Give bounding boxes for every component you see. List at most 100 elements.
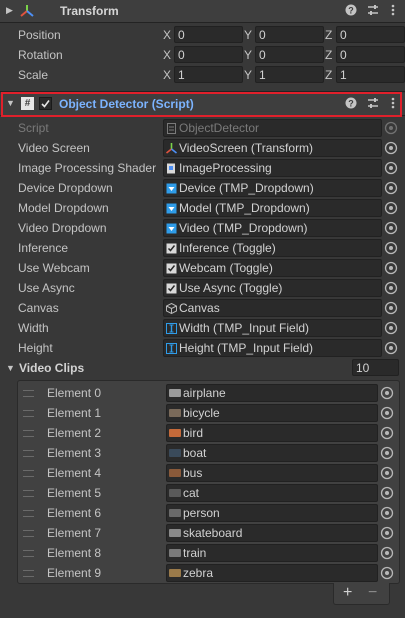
field-row-model-dropdown: Model Dropdown Model (TMP_Dropdown) bbox=[0, 198, 405, 218]
scale-y-field[interactable]: 1 bbox=[255, 66, 324, 83]
drag-handle-icon[interactable] bbox=[23, 550, 34, 557]
z-axis-label[interactable]: Z bbox=[325, 48, 335, 62]
video-clip-field[interactable]: bus bbox=[166, 464, 378, 482]
object-picker-icon[interactable] bbox=[380, 406, 394, 420]
object-picker-icon[interactable] bbox=[380, 566, 394, 580]
object-picker-icon[interactable] bbox=[384, 161, 398, 175]
help-icon[interactable]: ? bbox=[344, 4, 358, 18]
rotation-x-field[interactable]: 0 bbox=[174, 46, 243, 63]
object-picker-icon[interactable] bbox=[380, 386, 394, 400]
device-dropdown-object-field[interactable]: Device (TMP_Dropdown) bbox=[163, 179, 382, 197]
object-picker-icon[interactable] bbox=[384, 221, 398, 235]
scale-x-field[interactable]: 1 bbox=[174, 66, 243, 83]
video-clip-field[interactable]: person bbox=[166, 504, 378, 522]
y-axis-label[interactable]: Y bbox=[244, 68, 254, 82]
add-element-button[interactable]: + bbox=[343, 584, 352, 602]
video-screen-object-field[interactable]: VideoScreen (Transform) bbox=[163, 139, 382, 157]
object-picker-icon[interactable] bbox=[384, 341, 398, 355]
video-clip-thumbnail-icon bbox=[169, 409, 181, 417]
enabled-checkbox[interactable] bbox=[39, 97, 52, 110]
object-picker-icon[interactable] bbox=[384, 301, 398, 315]
field-row-height: Height Height (TMP_Input Field) bbox=[0, 338, 405, 358]
presets-icon[interactable] bbox=[366, 4, 380, 18]
video-clips-foldout[interactable]: ▼ Video Clips 10 bbox=[0, 358, 405, 378]
x-axis-label[interactable]: X bbox=[163, 68, 173, 82]
component-header[interactable]: ▼ # Object Detector (Script) ? bbox=[0, 93, 405, 116]
array-size-field[interactable]: 10 bbox=[352, 359, 399, 376]
width-object-field[interactable]: Width (TMP_Input Field) bbox=[163, 319, 382, 337]
foldout-expanded-icon[interactable]: ▼ bbox=[6, 363, 15, 373]
video-clip-thumbnail-icon bbox=[169, 489, 181, 497]
foldout-expanded-icon[interactable]: ▼ bbox=[6, 98, 15, 108]
video-clip-field[interactable]: boat bbox=[166, 444, 378, 462]
field-row-video-screen: Video Screen VideoScreen (Transform) bbox=[0, 138, 405, 158]
scale-z-field[interactable]: 1 bbox=[336, 66, 405, 83]
object-picker-icon[interactable] bbox=[384, 201, 398, 215]
drag-handle-icon[interactable] bbox=[23, 570, 34, 577]
drag-handle-icon[interactable] bbox=[23, 390, 34, 397]
object-picker-icon[interactable] bbox=[384, 141, 398, 155]
position-y-field[interactable]: 0 bbox=[255, 26, 324, 43]
context-menu-icon[interactable] bbox=[386, 97, 400, 111]
object-picker-icon[interactable] bbox=[380, 506, 394, 520]
position-z-field[interactable]: 0 bbox=[336, 26, 405, 43]
object-picker-icon[interactable] bbox=[380, 526, 394, 540]
drag-handle-icon[interactable] bbox=[23, 410, 34, 417]
list-item: Element 3 boat bbox=[18, 443, 399, 463]
object-picker-icon[interactable] bbox=[380, 486, 394, 500]
divider bbox=[0, 91, 405, 92]
image-processing-shader-object-field[interactable]: ImageProcessing bbox=[163, 159, 382, 177]
context-menu-icon[interactable] bbox=[386, 4, 400, 18]
video-clip-field[interactable]: skateboard bbox=[166, 524, 378, 542]
help-icon[interactable]: ? bbox=[344, 97, 358, 111]
video-clip-field[interactable]: zebra bbox=[166, 564, 378, 582]
object-picker-icon[interactable] bbox=[384, 181, 398, 195]
object-picker-icon[interactable] bbox=[384, 241, 398, 255]
object-picker-icon[interactable] bbox=[380, 446, 394, 460]
field-label: Device Dropdown bbox=[18, 181, 113, 195]
x-axis-label[interactable]: X bbox=[163, 28, 173, 42]
use-async-object-field[interactable]: Use Async (Toggle) bbox=[163, 279, 382, 297]
object-picker-icon[interactable] bbox=[384, 261, 398, 275]
video-clip-field[interactable]: airplane bbox=[166, 384, 378, 402]
object-picker-icon[interactable] bbox=[384, 321, 398, 335]
inference-object-field[interactable]: Inference (Toggle) bbox=[163, 239, 382, 257]
presets-icon[interactable] bbox=[366, 97, 380, 111]
video-clip-field[interactable]: cat bbox=[166, 484, 378, 502]
video-clip-field[interactable]: bird bbox=[166, 424, 378, 442]
transform-icon bbox=[20, 5, 34, 17]
video-clip-name: cat bbox=[183, 486, 200, 500]
drag-handle-icon[interactable] bbox=[23, 450, 34, 457]
rotation-y-field[interactable]: 0 bbox=[255, 46, 324, 63]
height-object-field[interactable]: Height (TMP_Input Field) bbox=[163, 339, 382, 357]
field-label: Rotation bbox=[18, 48, 63, 62]
foldout-arrow-icon[interactable]: ▶ bbox=[6, 5, 13, 16]
drag-handle-icon[interactable] bbox=[23, 430, 34, 437]
object-field-value: Webcam (Toggle) bbox=[179, 261, 273, 275]
y-axis-label[interactable]: Y bbox=[244, 28, 254, 42]
x-axis-label[interactable]: X bbox=[163, 48, 173, 62]
object-picker-icon[interactable] bbox=[380, 546, 394, 560]
object-picker-icon[interactable] bbox=[384, 281, 398, 295]
use-webcam-object-field[interactable]: Webcam (Toggle) bbox=[163, 259, 382, 277]
transform-header[interactable]: ▶ Transform ? bbox=[0, 0, 405, 23]
canvas-object-field[interactable]: Canvas bbox=[163, 299, 382, 317]
position-x-field[interactable]: 0 bbox=[174, 26, 243, 43]
dropdown-icon bbox=[166, 182, 177, 194]
drag-handle-icon[interactable] bbox=[23, 490, 34, 497]
drag-handle-icon[interactable] bbox=[23, 510, 34, 517]
y-axis-label[interactable]: Y bbox=[244, 48, 254, 62]
video-clip-field[interactable]: bicycle bbox=[166, 404, 378, 422]
object-picker-icon[interactable] bbox=[380, 426, 394, 440]
video-clip-thumbnail-icon bbox=[169, 549, 181, 557]
z-axis-label[interactable]: Z bbox=[325, 28, 335, 42]
model-dropdown-object-field[interactable]: Model (TMP_Dropdown) bbox=[163, 199, 382, 217]
drag-handle-icon[interactable] bbox=[23, 530, 34, 537]
rotation-z-field[interactable]: 0 bbox=[336, 46, 405, 63]
remove-element-button[interactable]: − bbox=[368, 584, 377, 602]
video-dropdown-object-field[interactable]: Video (TMP_Dropdown) bbox=[163, 219, 382, 237]
drag-handle-icon[interactable] bbox=[23, 470, 34, 477]
z-axis-label[interactable]: Z bbox=[325, 68, 335, 82]
object-picker-icon[interactable] bbox=[380, 466, 394, 480]
video-clip-field[interactable]: train bbox=[166, 544, 378, 562]
